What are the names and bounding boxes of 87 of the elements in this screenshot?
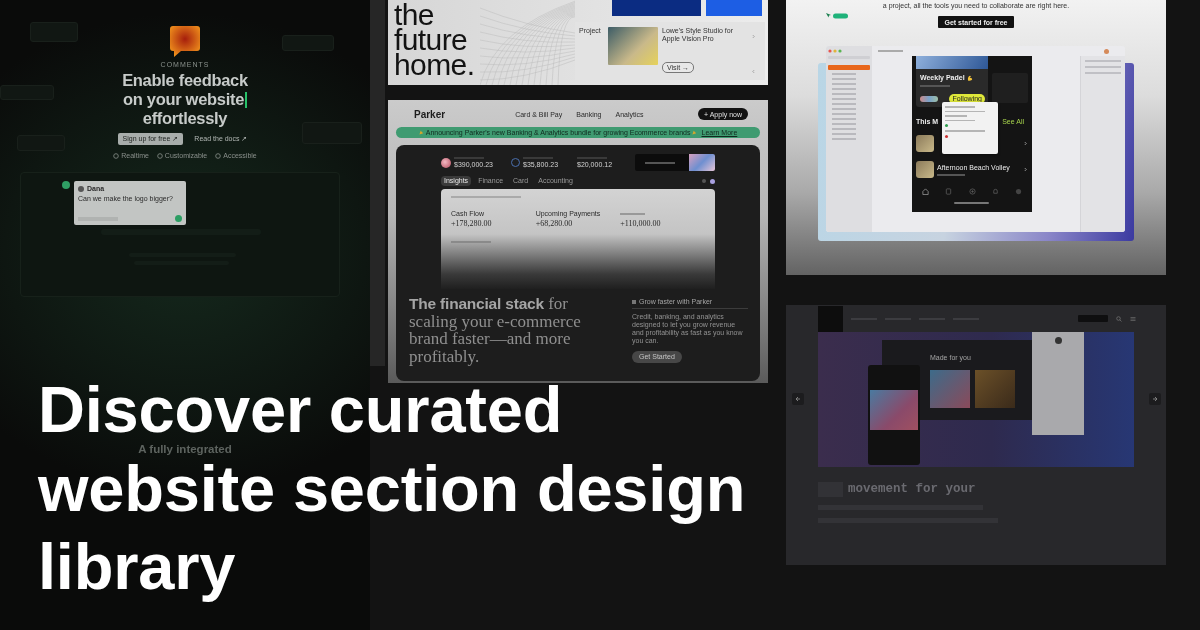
headline-line: home. [394,52,476,77]
party-popper-icon [418,130,424,135]
arrow-right-icon[interactable] [1149,393,1161,405]
cursor-badge-icon [826,13,848,19]
page-headline: Discover curated [38,377,563,442]
circle-icon [215,152,222,159]
plus-circle-icon[interactable] [968,188,976,195]
photo-placeholder [916,135,934,152]
body-text: movement for your [848,482,976,497]
blurred-text-line [620,212,646,215]
blurred-text-line [832,98,856,100]
metric-value: +110,000.00 [620,219,662,229]
home-indicator [954,202,989,204]
blurred-text-line [832,123,856,125]
chat-bubble-icon [170,26,200,57]
blurred-text-line [878,50,903,52]
blurred-text-line [832,73,856,75]
calendar-icon[interactable] [945,188,953,195]
logo-icon[interactable] [818,305,843,332]
blurred-text-line [832,118,856,120]
photo-placeholder [916,56,988,69]
blurred-text-line [1085,60,1121,62]
chevron-left-icon[interactable] [752,69,755,74]
blurred-text-line [645,161,675,164]
send-icon[interactable] [175,215,182,222]
comment-pin-icon [62,181,70,189]
circle-icon [702,179,706,183]
blurred-text-line [832,128,856,130]
blurred-text-line [920,85,950,87]
home-icon[interactable] [922,188,929,195]
headline-line: Enable feedback [122,71,248,90]
flexed-arm-icon [966,74,973,81]
blurred-text-line [945,110,985,112]
gradient-circle-icon [441,157,451,168]
blurred-text-line [832,133,856,135]
blurred-text-line [832,83,856,85]
blurred-text-line [832,93,856,95]
album-cover-placeholder [975,370,1015,408]
photo-placeholder [916,161,934,178]
selected-sidebar-item[interactable] [828,65,870,70]
blurred-text-line [832,113,856,115]
party-popper-icon [692,130,698,135]
avatar-icon [78,185,84,192]
status-dot-icon [945,124,948,127]
photo-placeholder [608,27,658,65]
bell-icon[interactable] [991,188,999,195]
headline-line: the [394,2,434,27]
blurred-text-line [945,115,967,117]
avatar-icon [1104,48,1109,54]
avatar-icon [1054,337,1062,344]
metric-value: +68,280.00 [535,219,574,229]
blurred-text-line [945,119,975,121]
circle-icon [156,152,163,159]
nav-button[interactable] [1078,315,1108,322]
blurred-text-line [1085,72,1121,74]
status-dot-icon [945,134,948,138]
blurred-text-line [1085,66,1121,68]
blurred-text-line [451,196,521,198]
abstract-art-drawing [689,154,715,171]
blurred-text-line [937,174,965,176]
menu-icon[interactable] [1130,315,1136,322]
headline-line: on your website [122,90,245,109]
section-subtitle: A fully integrated [138,443,232,455]
window-controls-icon [828,49,842,53]
headline-line: future [394,27,468,52]
hero-heading: The financial stack for scaling your e-commerce brand faster—and more profitably. [409,295,582,365]
avatar-icon [710,178,715,184]
album-cover-placeholder [930,370,970,408]
square-icon [632,299,636,304]
brand-logo[interactable]: Parker [414,108,446,120]
profile-icon[interactable] [1015,188,1022,195]
avatar-group-icon [920,96,938,102]
blurred-text-line [832,108,856,110]
blurred-text-line [945,130,985,132]
blurred-text-line [832,88,856,90]
blurred-text-line [832,78,856,80]
album-cover-placeholder [870,390,918,430]
search-icon[interactable] [1116,315,1122,322]
event-card [992,73,1028,103]
blurred-text-line [832,103,856,105]
blurred-text-line [832,138,856,140]
headline-line: effortlessly [142,109,228,128]
circle-icon [113,152,120,159]
metric-value: +178,280.00 [451,219,493,229]
arrow-left-icon[interactable] [792,393,804,405]
blurred-text-line [945,106,975,108]
project-tile [706,0,762,16]
